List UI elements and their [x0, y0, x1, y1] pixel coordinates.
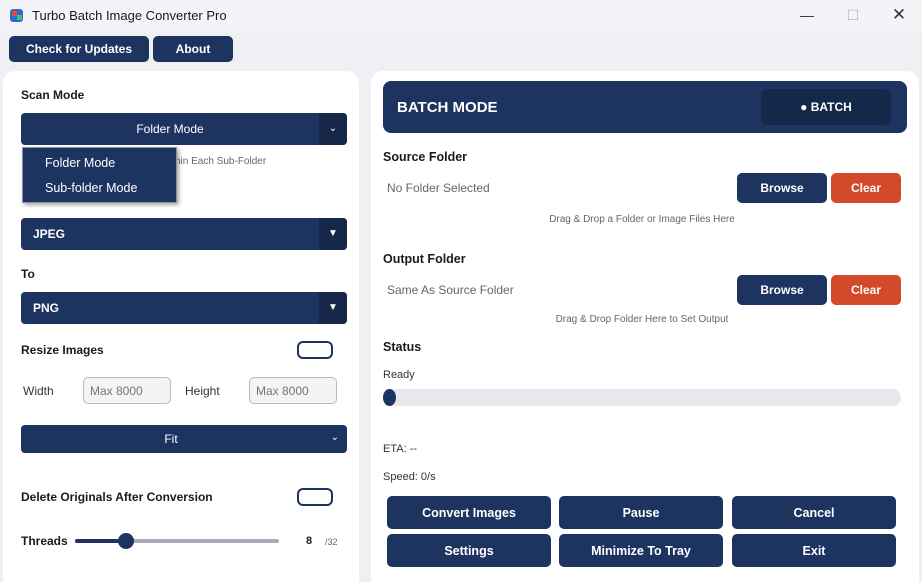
from-format-value: JPEG	[33, 227, 66, 241]
minimize-button[interactable]: —	[784, 0, 830, 32]
app-logo-icon	[10, 9, 23, 22]
scan-mode-label: Scan Mode	[21, 88, 85, 102]
output-folder-path: Same As Source Folder	[387, 283, 514, 297]
output-drop-hint[interactable]: Drag & Drop Folder Here to Set Output	[383, 314, 901, 325]
check-updates-button[interactable]: Check for Updates	[9, 36, 149, 62]
delete-originals-toggle[interactable]	[297, 488, 333, 506]
from-format-select[interactable]: JPEG ▼	[21, 218, 347, 250]
source-drop-hint[interactable]: Drag & Drop a Folder or Image Files Here	[383, 214, 901, 225]
delete-originals-label: Delete Originals After Conversion	[21, 490, 213, 504]
settings-button[interactable]: Settings	[387, 534, 551, 567]
source-folder-label: Source Folder	[383, 150, 468, 164]
convert-images-button[interactable]: Convert Images	[387, 496, 551, 529]
threads-value: 8	[306, 535, 313, 547]
height-label: Height	[185, 384, 220, 398]
resize-images-toggle[interactable]	[297, 341, 333, 359]
chevron-down-icon[interactable]: ⌄	[331, 432, 339, 443]
threads-slider-handle[interactable]	[118, 533, 134, 549]
scan-mode-hint: hin Each Sub-Folder	[175, 156, 267, 167]
progress-bar	[383, 389, 901, 406]
resize-images-label: Resize Images	[21, 343, 104, 357]
maximize-button[interactable]: ☐	[830, 0, 876, 32]
to-format-value: PNG	[33, 301, 60, 315]
status-value: Ready	[383, 369, 415, 381]
cancel-button[interactable]: Cancel	[732, 496, 896, 529]
dropdown-item-subfolder-mode[interactable]: Sub-folder Mode	[45, 181, 137, 195]
output-clear-button[interactable]: Clear	[831, 275, 901, 305]
pause-button[interactable]: Pause	[559, 496, 723, 529]
output-browse-button[interactable]: Browse	[737, 275, 827, 305]
dropdown-arrow-icon[interactable]: ▼	[319, 292, 347, 324]
width-input[interactable]	[83, 377, 171, 404]
threads-max: /32	[325, 537, 338, 547]
to-label: To	[21, 267, 35, 281]
fit-mode-select[interactable]: Fit ⌄	[21, 425, 347, 453]
speed-text: Speed: 0/s	[383, 471, 436, 483]
output-folder-label: Output Folder	[383, 252, 466, 266]
fit-mode-value: Fit	[164, 432, 178, 446]
threads-label: Threads	[21, 534, 68, 548]
chevron-down-icon[interactable]: ⌄	[319, 113, 347, 145]
window-title: Turbo Batch Image Converter Pro	[32, 8, 227, 23]
source-browse-button[interactable]: Browse	[737, 173, 827, 203]
title-bar: Turbo Batch Image Converter Pro — ☐ ✕	[0, 0, 922, 32]
mode-header: BATCH MODE ● BATCH	[383, 81, 907, 133]
mode-badge[interactable]: ● BATCH	[761, 89, 891, 125]
close-button[interactable]: ✕	[876, 0, 922, 32]
mode-title: BATCH MODE	[397, 99, 498, 116]
eta-text: ETA: --	[383, 443, 418, 455]
width-label: Width	[23, 384, 54, 398]
scan-mode-value: Folder Mode	[136, 122, 204, 136]
progress-indicator	[383, 389, 396, 406]
exit-button[interactable]: Exit	[732, 534, 896, 567]
scan-mode-dropdown: Folder Mode Sub-folder Mode	[22, 147, 177, 203]
scan-mode-select[interactable]: Folder Mode ⌄	[21, 113, 347, 145]
threads-slider[interactable]	[75, 539, 279, 543]
source-folder-path: No Folder Selected	[387, 181, 490, 195]
source-clear-button[interactable]: Clear	[831, 173, 901, 203]
about-button[interactable]: About	[153, 36, 233, 62]
to-format-select[interactable]: PNG ▼	[21, 292, 347, 324]
minimize-to-tray-button[interactable]: Minimize To Tray	[559, 534, 723, 567]
dropdown-arrow-icon[interactable]: ▼	[319, 218, 347, 250]
height-input[interactable]	[249, 377, 337, 404]
dropdown-item-folder-mode[interactable]: Folder Mode	[45, 156, 115, 170]
status-label: Status	[383, 340, 422, 354]
